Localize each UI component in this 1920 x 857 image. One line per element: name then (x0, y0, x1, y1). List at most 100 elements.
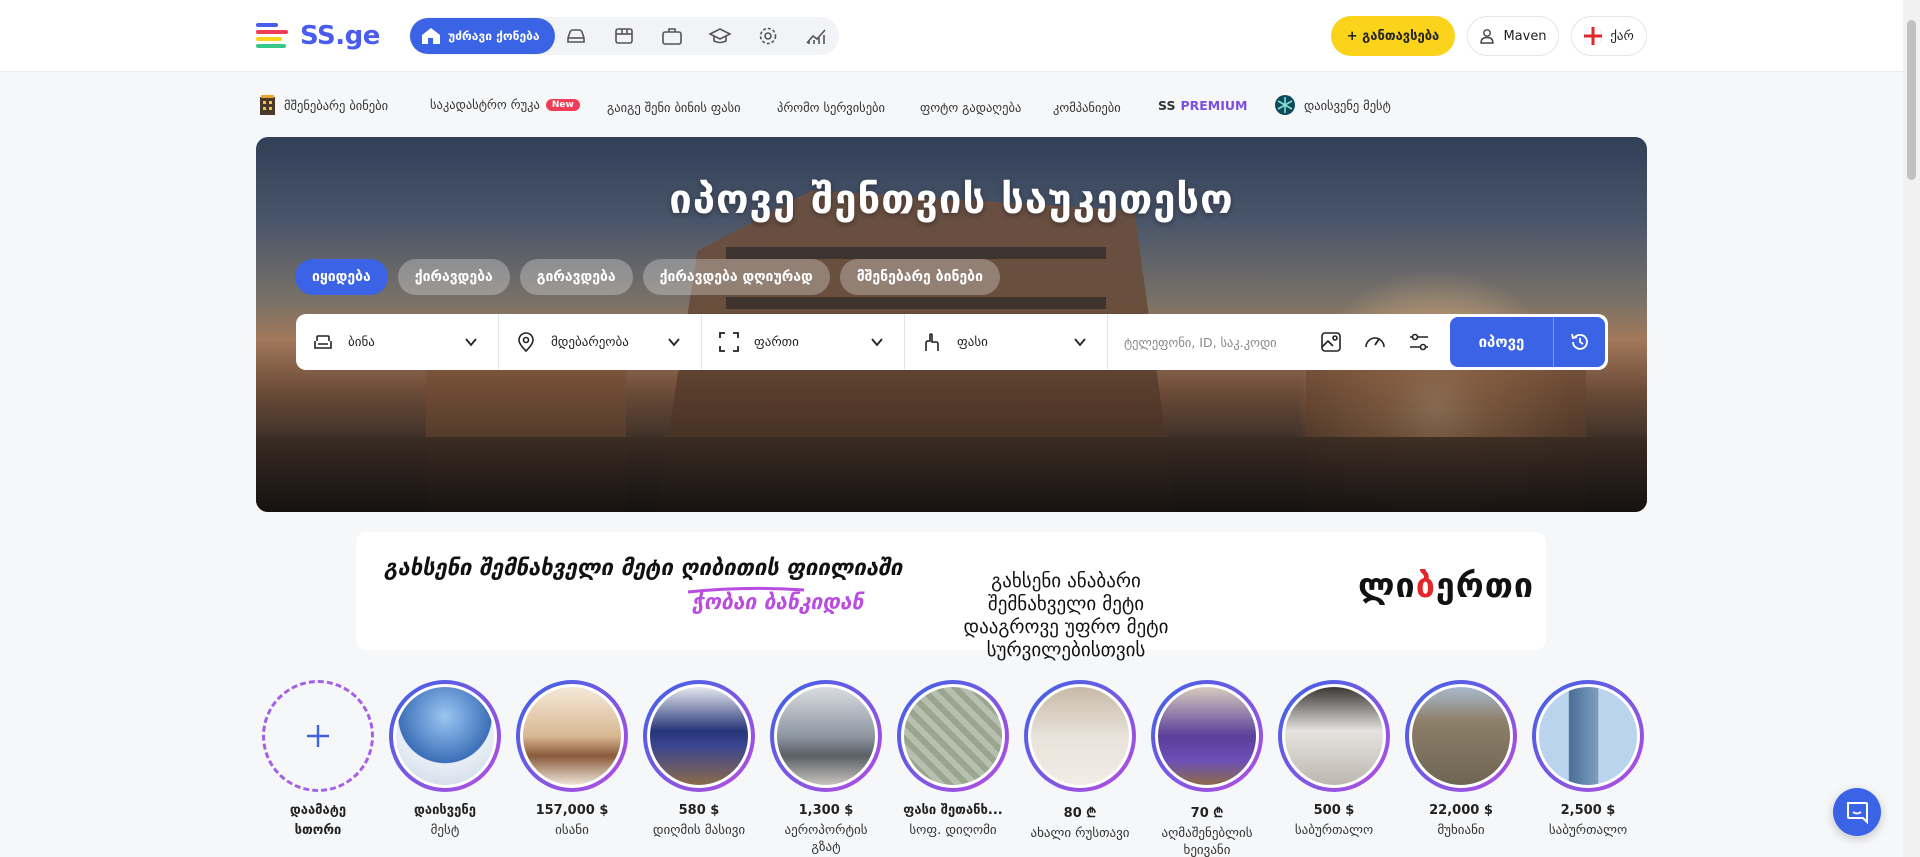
location-pin-icon (518, 332, 534, 353)
area-expand-icon (719, 332, 739, 352)
site-logo[interactable]: SS.ge (256, 18, 380, 54)
story-item[interactable]: 580 $ დიღმის მასივი (643, 680, 755, 856)
story-thumbnail (774, 684, 878, 788)
subnav-label: გაიგე შენი ბინის ფასი (607, 100, 741, 115)
search-tools (1319, 330, 1431, 354)
story-thumbnail (901, 684, 1005, 788)
image-search-icon[interactable] (1319, 330, 1343, 354)
location-select[interactable]: მდებარეობა (499, 314, 702, 370)
subnav-promo-services[interactable]: პრომო სერვისები (777, 100, 885, 115)
page-scrollbar[interactable] (1903, 0, 1920, 857)
story-value: 2,500 $ (1560, 803, 1616, 818)
tab-for-rent[interactable]: ქირავდება (397, 259, 510, 295)
subnav-new-buildings[interactable]: მშენებარე ბინები (258, 94, 388, 116)
story-ring (1024, 680, 1136, 792)
bank-logo: ლიბერთი (1358, 566, 1534, 606)
story-ring (1151, 680, 1263, 792)
story-item[interactable]: 157,000 $ ისანი (516, 680, 628, 856)
story-subtitle: ახალი რუსთავი (1030, 826, 1130, 841)
premium-prefix: SS (1158, 98, 1176, 113)
subnav-label: დაისვენე მესტ (1304, 97, 1391, 113)
story-item[interactable]: 70 ₾ აღმაშენებლის ხეივანი (1151, 680, 1263, 857)
story-ring (770, 680, 882, 792)
banner-headline: გახსენი შემნახველი მეტი ღიბითის ფიილიაში (384, 556, 903, 581)
chevron-down-icon (1074, 338, 1086, 347)
building-icon (260, 95, 275, 115)
story-item[interactable]: ფასი შეთანხ... სოფ. დიღომი (897, 680, 1009, 856)
add-story[interactable]: დაამატე სთორი (262, 680, 374, 856)
subnav-label: მშენებარე ბინები (284, 97, 389, 113)
story-subtitle: საბურთალო (1548, 823, 1628, 838)
gear-icon[interactable] (757, 26, 779, 46)
story-value: 500 $ (1313, 803, 1355, 818)
add-listing-label: + განთავსება (1346, 28, 1440, 44)
subnav-label: პრომო სერვისები (777, 100, 885, 115)
story-subtitle: აეროპორტის გზატ (784, 823, 868, 855)
story-item[interactable]: დაისვენე მესტ (389, 680, 501, 856)
banner-copy-line2: დააგროვე უფრო მეტი სურვილებისთვის (963, 616, 1169, 661)
hero-balcony (726, 247, 1106, 259)
briefcase-icon[interactable] (661, 26, 683, 46)
area-select[interactable]: ფართი (702, 314, 905, 370)
story-value: დაისვენე (414, 803, 476, 818)
ad-banner[interactable]: გახსენი შემნახველი მეტი ღიბითის ფიილიაში… (356, 532, 1546, 661)
story-subtitle: დიღმის მასივი (652, 823, 746, 838)
story-item[interactable]: 2,500 $ საბურთალო (1532, 680, 1644, 856)
category-real-estate[interactable]: უძრავი ქონება (410, 18, 555, 54)
search-history-button[interactable] (1554, 331, 1605, 353)
subnav-cadastral-map[interactable]: საკადასტრო რუკა New (430, 97, 580, 112)
snowflake-icon (1275, 95, 1295, 115)
chevron-down-icon (871, 338, 883, 347)
chat-widget-button[interactable] (1833, 788, 1881, 836)
story-value: 70 ₾ (1190, 806, 1224, 821)
story-item[interactable]: 500 $ საბურთალო (1278, 680, 1390, 856)
premium-label: PREMIUM (1180, 98, 1248, 113)
add-listing-button[interactable]: + განთავსება (1331, 16, 1455, 56)
tab-new-buildings[interactable]: მშენებარე ბინები (839, 259, 1000, 295)
price-select[interactable]: ფასი (905, 314, 1108, 370)
story-subtitle: ისანი (555, 823, 589, 838)
story-thumbnail (647, 684, 751, 788)
hero-balcony (726, 297, 1106, 309)
chat-icon (1847, 802, 1868, 825)
subnav-ss-premium[interactable]: SS PREMIUM (1158, 98, 1247, 113)
story-value: 22,000 $ (1429, 803, 1493, 818)
secondary-nav: მშენებარე ბინები საკადასტრო რუკა New გაი… (0, 72, 1903, 136)
graduation-cap-icon[interactable] (709, 26, 731, 46)
story-item[interactable]: 22,000 $ მუხიანი (1405, 680, 1517, 856)
history-icon (1570, 333, 1588, 350)
plus-icon (307, 725, 329, 747)
banner-underline-decoration (687, 586, 805, 594)
tab-for-sale[interactable]: იყიდება (295, 259, 388, 295)
banner-copy: გახსენი ანაბარი შემნახველი მეტი დააგროვე… (936, 570, 1196, 662)
story-ring (516, 680, 628, 792)
filters-icon[interactable] (1407, 330, 1431, 354)
user-menu-button[interactable]: Maven (1467, 16, 1559, 56)
language-switcher[interactable]: ქარ (1571, 16, 1647, 56)
property-type-value: ბინა (348, 334, 375, 350)
bank-logo-part1: ლი (1358, 566, 1416, 606)
subnav-photo-shoot[interactable]: ფოტო გადაღება (920, 100, 1021, 115)
price-hand-icon (925, 333, 939, 351)
store-icon[interactable] (613, 26, 635, 46)
property-type-select[interactable]: ბინა (296, 314, 499, 370)
scrollbar-thumb[interactable] (1907, 20, 1916, 180)
search-button[interactable]: იპოვე (1450, 317, 1605, 367)
chart-icon[interactable] (805, 26, 827, 46)
tab-mortgage[interactable]: გირავდება (519, 259, 633, 295)
car-icon[interactable] (565, 26, 587, 46)
price-value: ფასი (957, 334, 988, 350)
story-subtitle: მესტ (430, 823, 460, 838)
tab-daily-rent[interactable]: ქირავდება დღიურად (642, 259, 830, 295)
id-search-input[interactable]: ტელეფონი, ID, საკ.კოდი (1108, 314, 1447, 370)
speedometer-icon[interactable] (1363, 330, 1387, 354)
story-item[interactable]: 1,300 $ აეროპორტის გზატ (770, 680, 882, 856)
subnav-companies[interactable]: კომპანიები (1053, 100, 1121, 115)
story-item[interactable]: 80 ₾ ახალი რუსთავი (1024, 680, 1136, 857)
subnav-relax-mestia[interactable]: დაისვენე მესტ (1274, 94, 1391, 116)
category-switcher: უძრავი ქონება (409, 17, 839, 55)
bank-logo-accent: ბ (1415, 566, 1436, 606)
top-header: SS.ge უძრავი ქონება + განთავსება Maven ქ… (0, 0, 1903, 72)
subnav-price-estimate[interactable]: გაიგე შენი ბინის ფასი (607, 100, 741, 115)
story-value: 1,300 $ (798, 803, 854, 818)
